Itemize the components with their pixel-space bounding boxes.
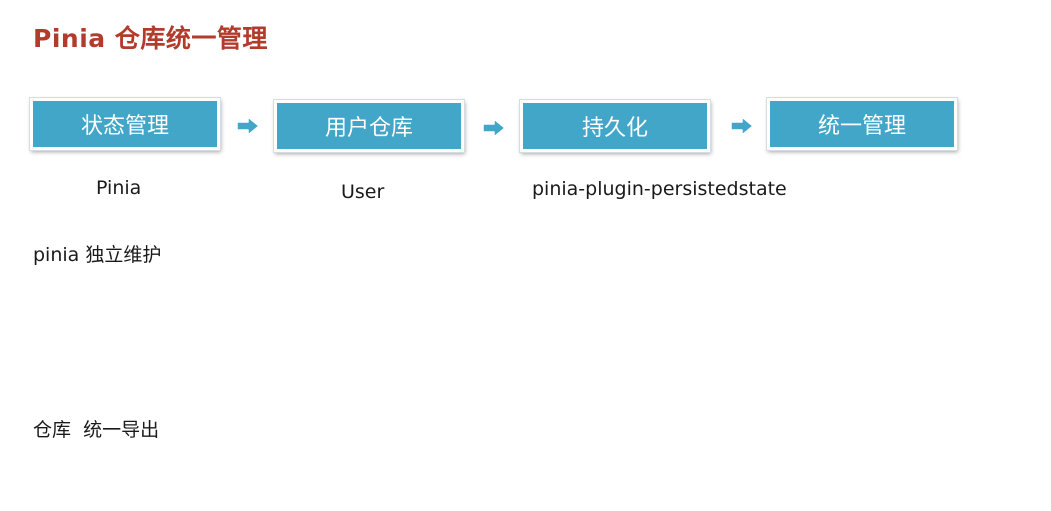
flow-sublabel-user: User [341,181,385,203]
flow-sublabel-pinia: Pinia [96,177,142,199]
note-unified-export: 仓库 统一导出 [33,419,160,441]
flow-step-state-management: 状态管理 [30,98,220,150]
flow-step-user-store: 用户仓库 [274,100,464,152]
flow-step-persistence: 持久化 [520,100,710,152]
flow-step-unified-management: 统一管理 [767,98,957,150]
right-arrow-icon [482,118,506,138]
right-arrow-icon [730,116,754,136]
right-arrow-icon [236,116,260,136]
note-independent-maintenance: pinia 独立维护 [33,244,162,266]
flow-sublabel-persistedstate: pinia-plugin-persistedstate [532,178,787,200]
page-title: Pinia 仓库统一管理 [33,24,268,53]
